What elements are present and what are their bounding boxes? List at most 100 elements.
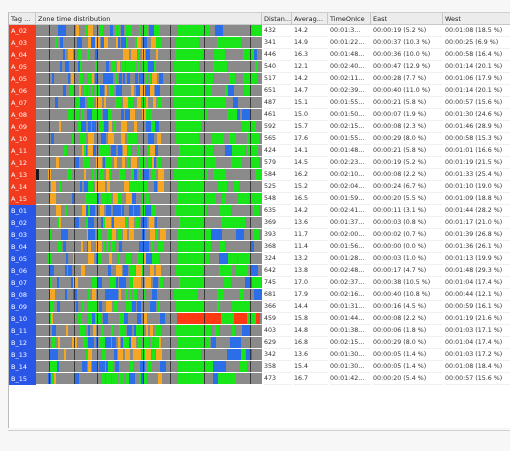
zone-segment — [130, 73, 133, 84]
table-row[interactable]: B_04 368 11.4 00:01:56... 00:00:00 (0.0 %) 00… — [9, 241, 510, 253]
zone-segment — [228, 85, 234, 96]
table-row[interactable]: B_12 629 16.8 00:02:15... 00:00:29 (8.0 %) 00… — [9, 337, 510, 349]
table-row[interactable]: A_11 424 14.1 00:01:48... 00:00:21 (5.8 %) 00… — [9, 145, 510, 157]
header-tag[interactable]: Tag ... — [9, 13, 36, 25]
table-row[interactable]: B_06 642 13.8 00:02:48... 00:00:17 (4.7 %) 00… — [9, 265, 510, 277]
period-divider — [97, 193, 98, 204]
period-divider — [250, 217, 251, 228]
zone-segment — [175, 49, 203, 60]
period-divider — [49, 73, 50, 84]
period-divider — [74, 37, 75, 48]
zone-segment — [159, 217, 163, 228]
period-divider — [74, 205, 75, 216]
header-time-on-ice[interactable]: TimeOnIce — [328, 13, 371, 25]
table-row[interactable]: B_09 366 14.4 00:01:31... 00:00:16 (4.5 %) 00… — [9, 301, 510, 313]
toi-cell: 00:02:39... — [330, 85, 371, 97]
table-row[interactable]: B_08 681 17.9 00:02:16... 00:00:40 (10.8 %) 0… — [9, 289, 510, 301]
zone-segment — [123, 145, 127, 156]
zone-segment — [65, 265, 67, 276]
zone-segment — [129, 289, 132, 300]
zone-segment — [92, 73, 94, 84]
table-row[interactable]: B_01 635 14.2 00:02:41... 00:00:11 (3.1 %) 00… — [9, 205, 510, 217]
period-divider — [143, 97, 144, 108]
table-row[interactable]: B_11 403 14.8 00:01:38... 00:00:06 (1.8 %) 00… — [9, 325, 510, 337]
table-row[interactable]: A_03 341 14.9 00:01:22... 00:00:37 (10.3 %) 0… — [9, 37, 510, 49]
zone-segment — [158, 301, 160, 312]
period-divider — [204, 229, 205, 240]
player-stats-table[interactable]: Tag ... Zone time distribution Distan...… — [8, 12, 510, 428]
table-row[interactable]: B_13 342 13.6 00:01:30... 00:00:05 (1.4 %) 00… — [9, 349, 510, 361]
distance-cell: 629 — [264, 337, 292, 349]
zone-segment — [105, 217, 111, 228]
zone-segment — [88, 205, 90, 216]
table-row[interactable]: A_05 540 12.1 00:02:40... 00:00:47 (12.9 %) 0… — [9, 61, 510, 73]
west-cell: 00:01:19 (21.5 %) — [445, 157, 510, 169]
period-divider — [74, 253, 75, 264]
zone-segment — [218, 169, 226, 180]
zone-segment — [251, 193, 262, 204]
zone-segment — [93, 265, 99, 276]
distance-cell: 369 — [264, 217, 292, 229]
period-divider — [250, 253, 251, 264]
table-row[interactable]: A_14 525 15.2 00:02:04... 00:00:24 (6.7 %) 00… — [9, 181, 510, 193]
period-divider — [204, 121, 205, 132]
table-row[interactable]: A_13 584 16.2 00:02:10... 00:00:08 (2.2 %) 00… — [9, 169, 510, 181]
table-row[interactable]: A_07 487 15.1 00:01:55... 00:00:21 (5.8 %) 00… — [9, 97, 510, 109]
zone-segment — [106, 205, 111, 216]
table-row[interactable]: B_03 393 11.7 00:02:00... 00:00:02 (0.7 %) 00… — [9, 229, 510, 241]
period-divider — [74, 181, 75, 192]
table-row[interactable]: A_12 579 14.5 00:02:23... 00:00:19 (5.2 %) 00… — [9, 157, 510, 169]
zone-segment — [246, 349, 252, 360]
tag-cell: A_09 — [9, 121, 36, 133]
zone-segment — [119, 373, 124, 384]
table-row[interactable]: B_05 324 13.2 00:01:28... 00:00:03 (1.0 %) 00… — [9, 253, 510, 265]
table-row[interactable]: A_05 517 14.2 00:02:11... 00:00:28 (7.7 %) 00… — [9, 73, 510, 85]
header-west[interactable]: West — [443, 13, 510, 25]
period-divider — [143, 37, 144, 48]
zone-segment — [135, 217, 139, 228]
table-row[interactable]: B_14 358 15.4 00:01:30... 00:00:05 (1.4 %) 00… — [9, 361, 510, 373]
header-distance[interactable]: Distan... — [262, 13, 292, 25]
zone-segment — [131, 373, 135, 384]
header-average[interactable]: Averag... — [292, 13, 328, 25]
toi-cell: 00:01:48... — [330, 49, 371, 61]
west-cell: 00:00:58 (16.4 %) — [445, 49, 510, 61]
header-east[interactable]: East — [371, 13, 443, 25]
table-row[interactable]: A_06 651 14.7 00:02:39... 00:00:40 (11.0 %) 0… — [9, 85, 510, 97]
zone-segment — [243, 49, 254, 60]
period-divider — [97, 97, 98, 108]
table-row[interactable]: A_02 432 14.2 00:01:3... 00:00:19 (5.2 %) 00:… — [9, 25, 510, 37]
zone-segment — [110, 181, 113, 192]
header-zone-distribution[interactable]: Zone time distribution — [36, 13, 262, 25]
table-row[interactable]: B_10 459 15.8 00:01:44... 00:00:08 (2.2 %) 00… — [9, 313, 510, 325]
period-divider — [97, 181, 98, 192]
table-row[interactable]: A_10 565 17.6 00:01:55... 00:00:29 (8.0 %) 00… — [9, 133, 510, 145]
period-divider — [97, 73, 98, 84]
period-divider — [204, 205, 205, 216]
zone-segment — [99, 169, 104, 180]
table-row[interactable]: B_02 369 13.6 00:01:37... 00:00:03 (0.8 %) 00… — [9, 217, 510, 229]
zone-segment — [105, 337, 111, 348]
zone-segment — [238, 193, 249, 204]
zone-segment — [68, 49, 73, 60]
zone-segment — [118, 181, 123, 192]
table-row[interactable]: A_08 461 15.0 00:01:50... 00:00:07 (1.9 %) 00… — [9, 109, 510, 121]
table-row[interactable]: A_15 548 16.5 00:01:59... 00:00:20 (5.5 %) 00… — [9, 193, 510, 205]
zone-segment — [120, 361, 124, 372]
table-row[interactable]: A_04 446 16.3 00:01:48... 00:00:36 (10.0 %) 0… — [9, 49, 510, 61]
zone-segment — [92, 169, 94, 180]
zone-segment — [52, 325, 56, 336]
west-cell: 00:01:19 (21.6 %) — [445, 313, 510, 325]
table-row[interactable]: B_07 745 17.0 00:02:37... 00:00:38 (10.5 %) 0… — [9, 277, 510, 289]
average-cell: 15.0 — [294, 109, 328, 121]
table-row[interactable]: A_09 592 15.7 00:02:15... 00:00:08 (2.3 %) 00… — [9, 121, 510, 133]
table-row[interactable]: B_15 473 16.7 00:01:42... 00:00:20 (5.4 %) 00… — [9, 373, 510, 385]
zone-segment — [247, 133, 259, 144]
distance-cell: 368 — [264, 241, 292, 253]
zone-segment — [88, 361, 91, 372]
period-divider — [143, 145, 144, 156]
zone-segment — [80, 97, 85, 108]
period-divider — [143, 217, 144, 228]
period-divider — [97, 205, 98, 216]
period-divider — [170, 217, 171, 228]
